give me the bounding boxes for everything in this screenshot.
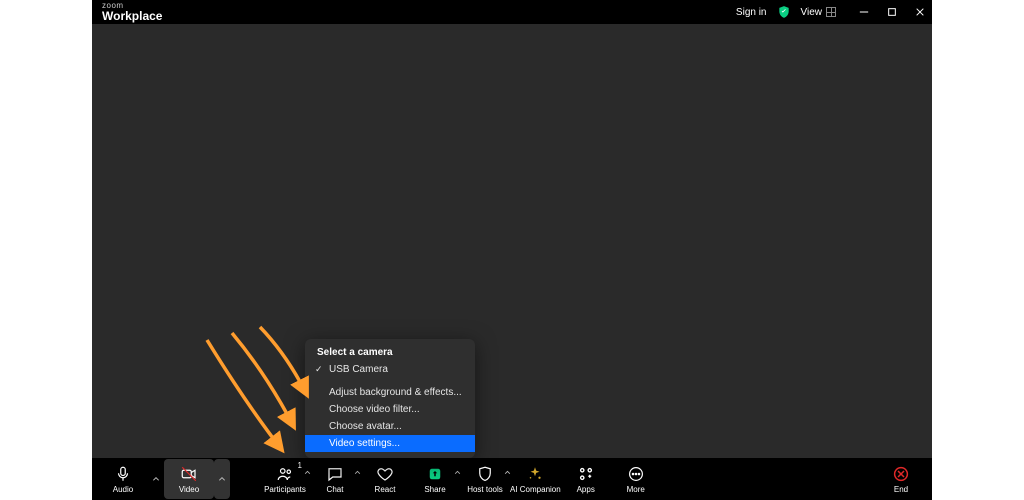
heart-icon	[376, 465, 394, 483]
chat-label: Chat	[327, 485, 344, 494]
participants-label: Participants	[264, 485, 306, 494]
participants-icon	[276, 465, 294, 483]
titlebar: zoom Workplace Sign in View	[92, 0, 932, 24]
end-label: End	[894, 485, 908, 494]
video-label: Video	[179, 485, 199, 494]
audio-label: Audio	[113, 485, 133, 494]
shield-outline-icon	[476, 465, 494, 483]
brand-bottom: Workplace	[102, 10, 162, 22]
grid-icon	[826, 7, 836, 17]
participants-button[interactable]: 1 Participants	[260, 459, 310, 499]
popup-title: Select a camera	[305, 345, 475, 361]
ai-companion-label: AI Companion	[510, 485, 561, 494]
titlebar-right: Sign in View	[736, 5, 926, 19]
apps-button[interactable]: Apps	[561, 459, 611, 499]
share-label: Share	[424, 485, 445, 494]
video-off-icon	[180, 465, 198, 483]
window-controls	[858, 6, 926, 18]
bottom-toolbar: Audio Video 1 Participants	[92, 458, 932, 500]
camera-option-usb[interactable]: USB Camera	[305, 361, 475, 378]
view-button[interactable]: View	[801, 7, 837, 18]
sparkle-icon	[526, 465, 544, 483]
background-effects-item[interactable]: Adjust background & effects...	[305, 384, 475, 401]
chat-icon	[326, 465, 344, 483]
view-label: View	[801, 7, 823, 18]
ai-companion-button[interactable]: AI Companion	[510, 459, 561, 499]
apps-label: Apps	[577, 485, 595, 494]
react-label: React	[375, 485, 396, 494]
end-icon	[892, 465, 910, 483]
close-button[interactable]	[914, 6, 926, 18]
share-button[interactable]: Share	[410, 459, 460, 499]
audio-button[interactable]: Audio	[98, 459, 148, 499]
video-settings-item[interactable]: Video settings...	[305, 435, 475, 452]
minimize-button[interactable]	[858, 6, 870, 18]
host-tools-button[interactable]: Host tools	[460, 459, 510, 499]
chat-button[interactable]: Chat	[310, 459, 360, 499]
video-chevron[interactable]	[214, 459, 230, 499]
end-button[interactable]: End	[876, 459, 926, 499]
more-button[interactable]: More	[611, 459, 661, 499]
video-options-popup: Select a camera USB Camera Adjust backgr…	[305, 339, 475, 458]
apps-icon	[577, 465, 595, 483]
sign-in-link[interactable]: Sign in	[736, 7, 767, 18]
more-label: More	[627, 485, 645, 494]
shield-icon[interactable]	[777, 5, 791, 19]
more-icon	[627, 465, 645, 483]
video-filter-item[interactable]: Choose video filter...	[305, 401, 475, 418]
microphone-icon	[114, 465, 132, 483]
brand: zoom Workplace	[102, 2, 162, 22]
video-stage	[92, 24, 932, 458]
audio-chevron[interactable]	[148, 459, 164, 499]
react-button[interactable]: React	[360, 459, 410, 499]
choose-avatar-item[interactable]: Choose avatar...	[305, 418, 475, 435]
maximize-button[interactable]	[886, 6, 898, 18]
video-button[interactable]: Video	[164, 459, 214, 499]
share-icon	[426, 465, 444, 483]
zoom-window: zoom Workplace Sign in View	[92, 0, 932, 500]
host-tools-label: Host tools	[467, 485, 503, 494]
